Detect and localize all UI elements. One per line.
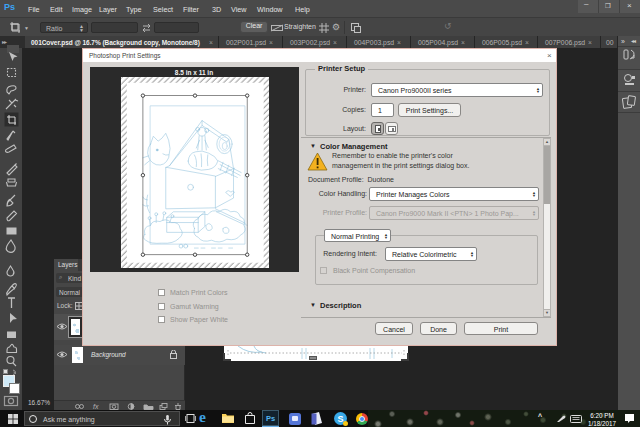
svg-text:fx: fx bbox=[93, 403, 99, 410]
